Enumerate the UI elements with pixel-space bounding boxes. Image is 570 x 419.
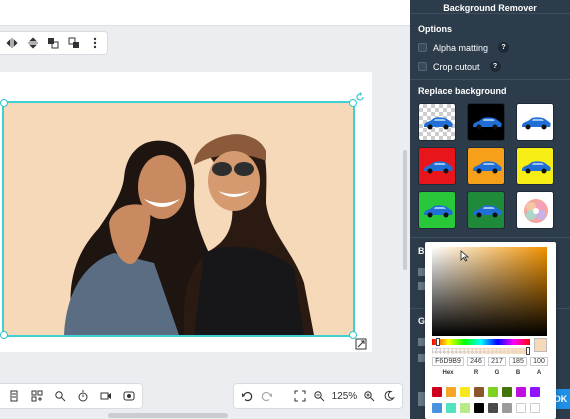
color-preview	[534, 338, 547, 352]
color-swatch[interactable]	[432, 387, 442, 397]
crop-cutout-row: Crop cutout ?	[418, 61, 501, 72]
color-swatch[interactable]	[502, 403, 512, 413]
alpha-matting-label: Alpha matting	[433, 42, 489, 53]
panel-title: Background Remover	[443, 3, 537, 13]
rotate-icon[interactable]	[355, 92, 365, 102]
search-icon[interactable]	[52, 388, 68, 404]
divider	[410, 237, 570, 238]
bottom-right-toolbar: 125%	[233, 383, 403, 409]
background-color-option[interactable]	[418, 147, 456, 185]
color-swatch[interactable]	[474, 387, 484, 397]
color-swatch[interactable]	[460, 403, 470, 413]
hex-field[interactable]: F6D9B9	[432, 357, 464, 366]
horizontal-scrollbar[interactable]	[108, 413, 228, 418]
bottom-left-toolbar	[0, 383, 143, 409]
object-toolbar	[0, 31, 108, 55]
crop-cutout-checkbox[interactable]	[418, 62, 427, 71]
color-swatch[interactable]	[488, 387, 498, 397]
color-field-labels: Hex R G B A	[432, 370, 548, 376]
resize-handle-bottom-left[interactable]	[0, 331, 8, 339]
color-swatch[interactable]	[460, 387, 470, 397]
saturation-value-area[interactable]	[432, 247, 547, 336]
two-women-photo	[64, 134, 314, 335]
color-swatch[interactable]	[502, 387, 512, 397]
alpha-field[interactable]: 100	[530, 357, 548, 366]
color-value-fields: F6D9B9 246 217 185 100	[432, 357, 548, 366]
preset-swatches	[432, 387, 540, 413]
video-icon[interactable]	[98, 388, 114, 404]
alpha-label: A	[536, 370, 542, 376]
red-field[interactable]: 246	[467, 357, 485, 366]
help-icon[interactable]: ?	[498, 42, 510, 53]
zoom-out-icon[interactable]	[312, 388, 326, 404]
resize-handle-top-left[interactable]	[0, 99, 8, 107]
timer-icon[interactable]	[75, 388, 91, 404]
more-vertical-icon[interactable]	[87, 35, 103, 51]
background-color-option[interactable]	[467, 103, 505, 141]
hue-slider[interactable]	[432, 339, 530, 345]
green-label: G	[494, 370, 500, 376]
blue-field[interactable]: 185	[509, 357, 527, 366]
color-swatch[interactable]	[516, 403, 526, 413]
bring-forward-icon[interactable]	[45, 35, 61, 51]
scale-icon[interactable]	[355, 338, 367, 350]
color-picker-popup: F6D9B9 246 217 185 100 Hex R G B A	[425, 242, 556, 419]
background-color-option[interactable]	[516, 147, 554, 185]
background-options-grid	[418, 103, 554, 229]
crop-cutout-label: Crop cutout	[433, 61, 480, 72]
color-swatch[interactable]	[488, 403, 498, 413]
alpha-slider-handle[interactable]	[526, 347, 530, 355]
color-swatch[interactable]	[530, 403, 540, 413]
redo-icon[interactable]	[259, 388, 273, 404]
fit-screen-icon[interactable]	[293, 388, 307, 404]
options-title: Options	[418, 24, 452, 34]
alpha-matting-row: Alpha matting ?	[418, 42, 510, 53]
hue-slider-handle[interactable]	[436, 338, 440, 346]
color-swatch[interactable]	[516, 387, 526, 397]
color-swatch[interactable]	[446, 403, 456, 413]
background-transparent-option[interactable]	[418, 103, 456, 141]
panel-header: Background Remover	[410, 0, 570, 14]
cutout-image[interactable]	[2, 101, 355, 337]
green-field[interactable]: 217	[488, 357, 506, 366]
top-bar	[0, 0, 410, 26]
red-label: R	[473, 370, 479, 376]
color-swatch[interactable]	[530, 387, 540, 397]
color-swatch[interactable]	[446, 387, 456, 397]
replace-background-title: Replace background	[418, 86, 507, 96]
record-icon[interactable]	[121, 388, 137, 404]
grid-icon[interactable]	[29, 388, 45, 404]
alpha-matting-checkbox[interactable]	[418, 43, 427, 52]
dark-mode-icon[interactable]	[382, 388, 396, 404]
zoom-in-icon[interactable]	[362, 388, 376, 404]
color-swatch[interactable]	[432, 403, 442, 413]
blue-label: B	[515, 370, 521, 376]
background-color-option[interactable]	[467, 147, 505, 185]
undo-icon[interactable]	[240, 388, 254, 404]
help-icon[interactable]: ?	[489, 61, 501, 72]
flip-vertical-icon[interactable]	[25, 35, 41, 51]
color-swatch[interactable]	[474, 403, 484, 413]
send-backward-icon[interactable]	[66, 35, 82, 51]
layers-icon[interactable]	[6, 388, 22, 404]
background-color-option[interactable]	[467, 191, 505, 229]
divider	[410, 79, 570, 80]
flip-horizontal-icon[interactable]	[4, 35, 20, 51]
mouse-cursor-icon	[460, 250, 470, 262]
background-color-option[interactable]	[418, 191, 456, 229]
background-color-option[interactable]	[516, 103, 554, 141]
custom-color-wheel-option[interactable]	[516, 191, 554, 229]
hex-label: Hex	[442, 370, 454, 376]
vertical-scrollbar[interactable]	[403, 150, 407, 270]
alpha-slider[interactable]	[432, 348, 530, 354]
zoom-level[interactable]: 125%	[332, 391, 358, 402]
